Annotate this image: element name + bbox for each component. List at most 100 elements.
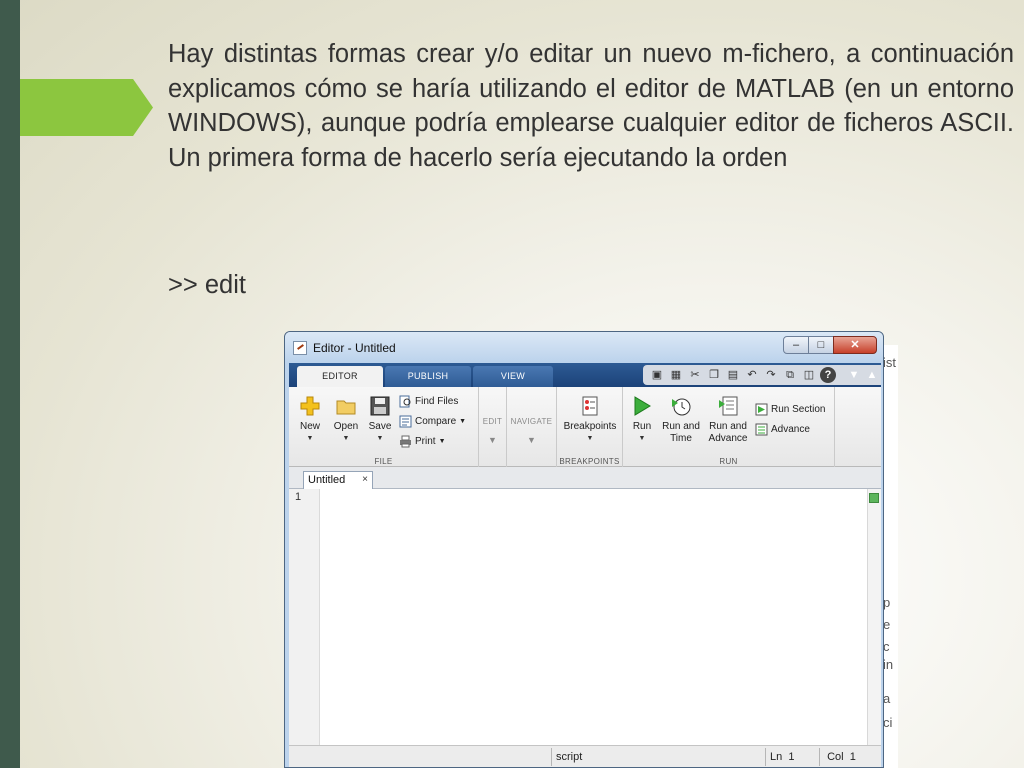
status-bar: script Ln 1 Col 1: [289, 745, 881, 767]
ribbon-tab-bar: EDITOR PUBLISH VIEW ▣ ▦ ✂ ❐ ▤ ↶ ↷ ⧉ ◫ ? …: [289, 363, 881, 387]
dropdown-arrow-icon: ▼: [376, 435, 384, 442]
find-files-icon: [399, 395, 411, 408]
background-text: a: [883, 691, 891, 706]
maximize-button[interactable]: □: [808, 336, 834, 354]
dropdown-arrow-icon: ▼: [638, 435, 646, 442]
save-label: Save: [368, 421, 392, 432]
code-analyzer-indicator[interactable]: [869, 493, 879, 503]
new-plus-icon: [300, 396, 320, 416]
advance-button[interactable]: Advance: [755, 423, 810, 436]
vertical-scrollbar[interactable]: [867, 489, 881, 747]
background-text: in: [883, 657, 894, 672]
save-button[interactable]: Save ▼: [365, 395, 395, 445]
ribbon-options: ▼ ▲: [845, 365, 881, 385]
dropdown-arrow-icon: ▼: [527, 435, 536, 445]
line-number: 1: [295, 491, 302, 503]
slide-left-bar: [0, 0, 20, 768]
save-icon[interactable]: ▦: [668, 367, 684, 383]
edit-group-label: EDIT: [482, 417, 503, 426]
document-area: Untitled × 1: [289, 467, 881, 757]
run-and-time-button[interactable]: Run and Time: [659, 395, 703, 445]
folder-icon: [336, 400, 356, 415]
cut-icon[interactable]: ✂: [687, 367, 703, 383]
dropdown-arrow-icon: ▼: [586, 435, 594, 442]
run-and-advance-button[interactable]: Run and Advance: [705, 395, 751, 445]
slide-accent-arrow: [20, 79, 153, 136]
background-text: ist: [883, 355, 896, 370]
dropdown-arrow-icon: ▼: [488, 435, 497, 445]
dropdown-arrow-icon: ▼: [342, 435, 350, 442]
compare-icon: [399, 415, 412, 428]
file-group: New ▼ Open ▼ Save ▼ Find Files Compare ▼: [289, 387, 479, 467]
printer-icon: [400, 435, 411, 448]
run-and-advance-icon: [719, 396, 738, 416]
print-button[interactable]: Print ▼: [399, 435, 446, 448]
undo-icon[interactable]: ↶: [744, 367, 760, 383]
find-files-button[interactable]: Find Files: [399, 395, 458, 408]
run-button[interactable]: Run ▼: [627, 395, 657, 445]
slide-command: >> edit: [168, 271, 246, 299]
window-title: Editor - Untitled: [313, 341, 396, 355]
line-label: Ln: [770, 751, 783, 763]
run-section-icon: [755, 403, 768, 416]
tab-view[interactable]: VIEW: [473, 366, 553, 387]
compare-label: Compare: [415, 416, 457, 427]
dropdown-arrow-icon: ▼: [459, 418, 467, 425]
navigate-group-label: NAVIGATE: [510, 417, 553, 426]
slide-paragraph: Hay distintas formas crear y/o editar un…: [168, 40, 1014, 172]
file-group-label: FILE: [374, 457, 393, 466]
layout-icon[interactable]: ◫: [801, 367, 817, 383]
new-file-icon[interactable]: ▣: [649, 367, 665, 383]
run-and-advance-label: Run and Advance: [708, 421, 748, 444]
close-button[interactable]: ✕: [833, 336, 877, 354]
new-button[interactable]: New ▼: [295, 395, 325, 445]
column-value: 1: [849, 751, 856, 763]
switch-windows-icon[interactable]: ⧉: [782, 367, 798, 383]
compare-button[interactable]: Compare ▼: [399, 415, 466, 428]
run-group: Run ▼ Run and Time Run and Advance Run S…: [623, 387, 835, 467]
breakpoints-group: Breakpoints ▼ BREAKPOINTS: [557, 387, 623, 467]
run-and-time-icon: [672, 398, 691, 416]
copy-icon[interactable]: ❐: [706, 367, 722, 383]
help-icon[interactable]: ?: [820, 367, 836, 383]
paste-icon[interactable]: ▤: [725, 367, 741, 383]
new-label: New: [299, 421, 320, 432]
background-text: p: [883, 595, 891, 610]
run-label: Run: [632, 421, 652, 432]
navigate-group[interactable]: NAVIGATE ▼: [507, 387, 557, 467]
collapse-ribbon-icon[interactable]: ▲: [867, 369, 878, 381]
open-label: Open: [333, 421, 359, 432]
breakpoints-button[interactable]: Breakpoints ▼: [561, 395, 619, 445]
status-mode: script: [551, 748, 765, 766]
tab-publish[interactable]: PUBLISH: [385, 366, 471, 387]
tab-editor[interactable]: EDITOR: [297, 366, 383, 387]
column-label: Col: [827, 751, 844, 763]
minimize-button[interactable]: –: [783, 336, 809, 354]
status-column: Col 1: [819, 748, 879, 766]
advance-label: Advance: [771, 424, 810, 435]
dropdown-arrow-icon: ▼: [438, 438, 446, 445]
ribbon: New ▼ Open ▼ Save ▼ Find Files Compare ▼: [289, 387, 881, 467]
title-bar[interactable]: Editor - Untitled – □ ✕: [285, 332, 883, 362]
advance-icon: [755, 423, 768, 436]
window-controls: – □ ✕: [783, 336, 877, 354]
print-label: Print: [415, 436, 436, 447]
code-editor[interactable]: [320, 489, 867, 747]
editor-app-icon: [293, 341, 307, 355]
background-text: ci: [883, 715, 893, 730]
options-icon[interactable]: ▼: [849, 369, 860, 381]
editor-window: Editor - Untitled – □ ✕ EDITOR PUBLISH V…: [284, 331, 884, 768]
run-and-time-label: Run and Time: [662, 421, 700, 444]
run-section-button[interactable]: Run Section: [755, 403, 825, 416]
open-button[interactable]: Open ▼: [329, 395, 363, 445]
run-group-label: RUN: [719, 457, 738, 466]
document-tab-strip: Untitled ×: [289, 467, 881, 489]
find-files-label: Find Files: [415, 396, 459, 407]
document-tab-label: Untitled: [308, 474, 346, 486]
edit-group[interactable]: EDIT ▼: [479, 387, 507, 467]
background-text: e: [883, 617, 891, 632]
status-line: Ln 1: [765, 748, 819, 766]
close-tab-icon[interactable]: ×: [362, 472, 368, 488]
redo-icon[interactable]: ↷: [763, 367, 779, 383]
document-tab-untitled[interactable]: Untitled ×: [303, 471, 373, 489]
